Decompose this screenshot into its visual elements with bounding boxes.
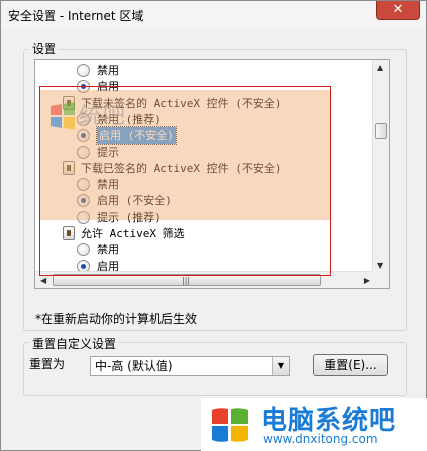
title-bar[interactable]: 安全设置 - Internet 区域 ✕ [1,1,426,28]
scroll-left-icon[interactable]: ◀ [40,276,46,285]
reset-button[interactable]: 重置(E)... [313,354,388,376]
radio-unchecked-icon[interactable] [77,64,90,77]
watermark-overlay: 统吧 [49,98,199,142]
vertical-scrollbar[interactable]: ▲ ▼ [372,60,389,273]
scroll-up-icon[interactable]: ▲ [377,63,383,72]
setting-label: 禁用 [97,64,119,77]
reset-to-label: 重置为 [29,357,66,371]
windows-logo-icon [210,405,250,445]
security-level-select[interactable]: 中-高 (默认值) ▼ [90,356,290,376]
windows-logo-icon [51,102,75,130]
close-icon: ✕ [392,2,404,17]
scroll-corner [372,271,389,288]
close-button[interactable]: ✕ [376,1,420,20]
window-title: 安全设置 - Internet 区域 [8,9,144,23]
brand-watermark: 电脑系统吧 www.dnxitong.com [201,398,427,451]
brand-url: www.dnxitong.com [263,432,378,446]
grip-icon: ||| [182,276,191,285]
watermark-overlay-text: 统吧 [79,104,128,129]
reset-group-label: 重置自定义设置 [29,335,120,352]
security-level-value: 中-高 (默认值) [95,359,173,373]
scroll-right-icon[interactable]: ▶ [364,276,370,285]
scroll-down-icon[interactable]: ▼ [377,261,383,270]
restart-note: *在重新启动你的计算机后生效 [35,312,198,326]
vertical-scroll-thumb[interactable] [375,123,387,139]
security-settings-dialog: 安全设置 - Internet 区域 ✕ 设置 禁用 启用 下载未签名的 Activ… [0,0,427,451]
settings-group-label: 设置 [29,40,60,57]
chevron-down-icon[interactable]: ▼ [272,357,289,375]
